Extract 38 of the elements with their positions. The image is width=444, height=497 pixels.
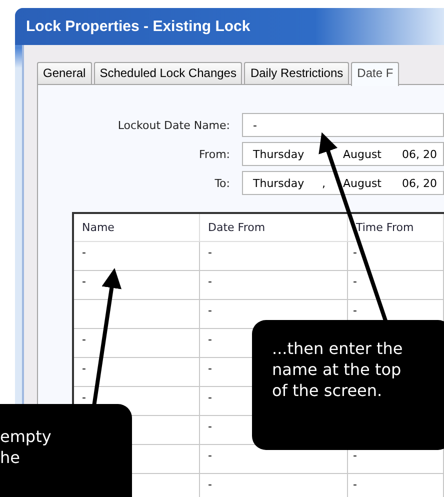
name-field[interactable]: - [242,113,444,137]
table-cell: - [353,246,357,259]
tab[interactable]: Date F [351,62,400,86]
table-cell: - [82,333,86,346]
table-cell: - [353,478,357,491]
tab[interactable]: Scheduled Lock Changes [94,62,242,84]
table-cell: - [208,362,212,375]
field-label: Lockout Date Name: [116,118,231,132]
callout-text: he [0,447,20,468]
callout-text: ...then enter the [272,338,403,359]
table-cell: - [82,246,86,259]
callout-text: of the screen. [272,380,382,401]
date-picker[interactable]: Thursday August 06, 20 [242,142,444,166]
table-cell: - [208,420,212,433]
table-cell: - [82,391,86,404]
window-title: Lock Properties - Existing Lock [25,18,250,35]
table-cell: - [208,449,212,462]
table-cell: - [353,275,357,288]
table-cell: - [208,246,212,259]
table-cell: - [353,449,357,462]
table-cell: - [208,275,212,288]
column-header[interactable]: Time From [348,214,444,241]
table-cell: - [82,362,86,375]
column-header[interactable]: Date From [200,214,348,241]
field-label: To: [214,176,231,190]
table-cell: - [353,304,357,317]
tab[interactable]: General [37,62,92,84]
table-cell: - [208,304,212,317]
tab[interactable]: Daily Restrictions [244,62,350,84]
callout-text: name at the top [272,359,402,380]
date-picker[interactable]: Thursday , August 06, 20 [242,171,444,195]
callout-text: empty [0,426,52,447]
table-cell: - [208,478,212,491]
column-header[interactable]: Name [74,214,200,241]
table-cell: - [82,275,86,288]
field-label: From: [198,148,231,160]
table-cell: - [208,333,212,346]
table-cell: - [208,391,212,404]
